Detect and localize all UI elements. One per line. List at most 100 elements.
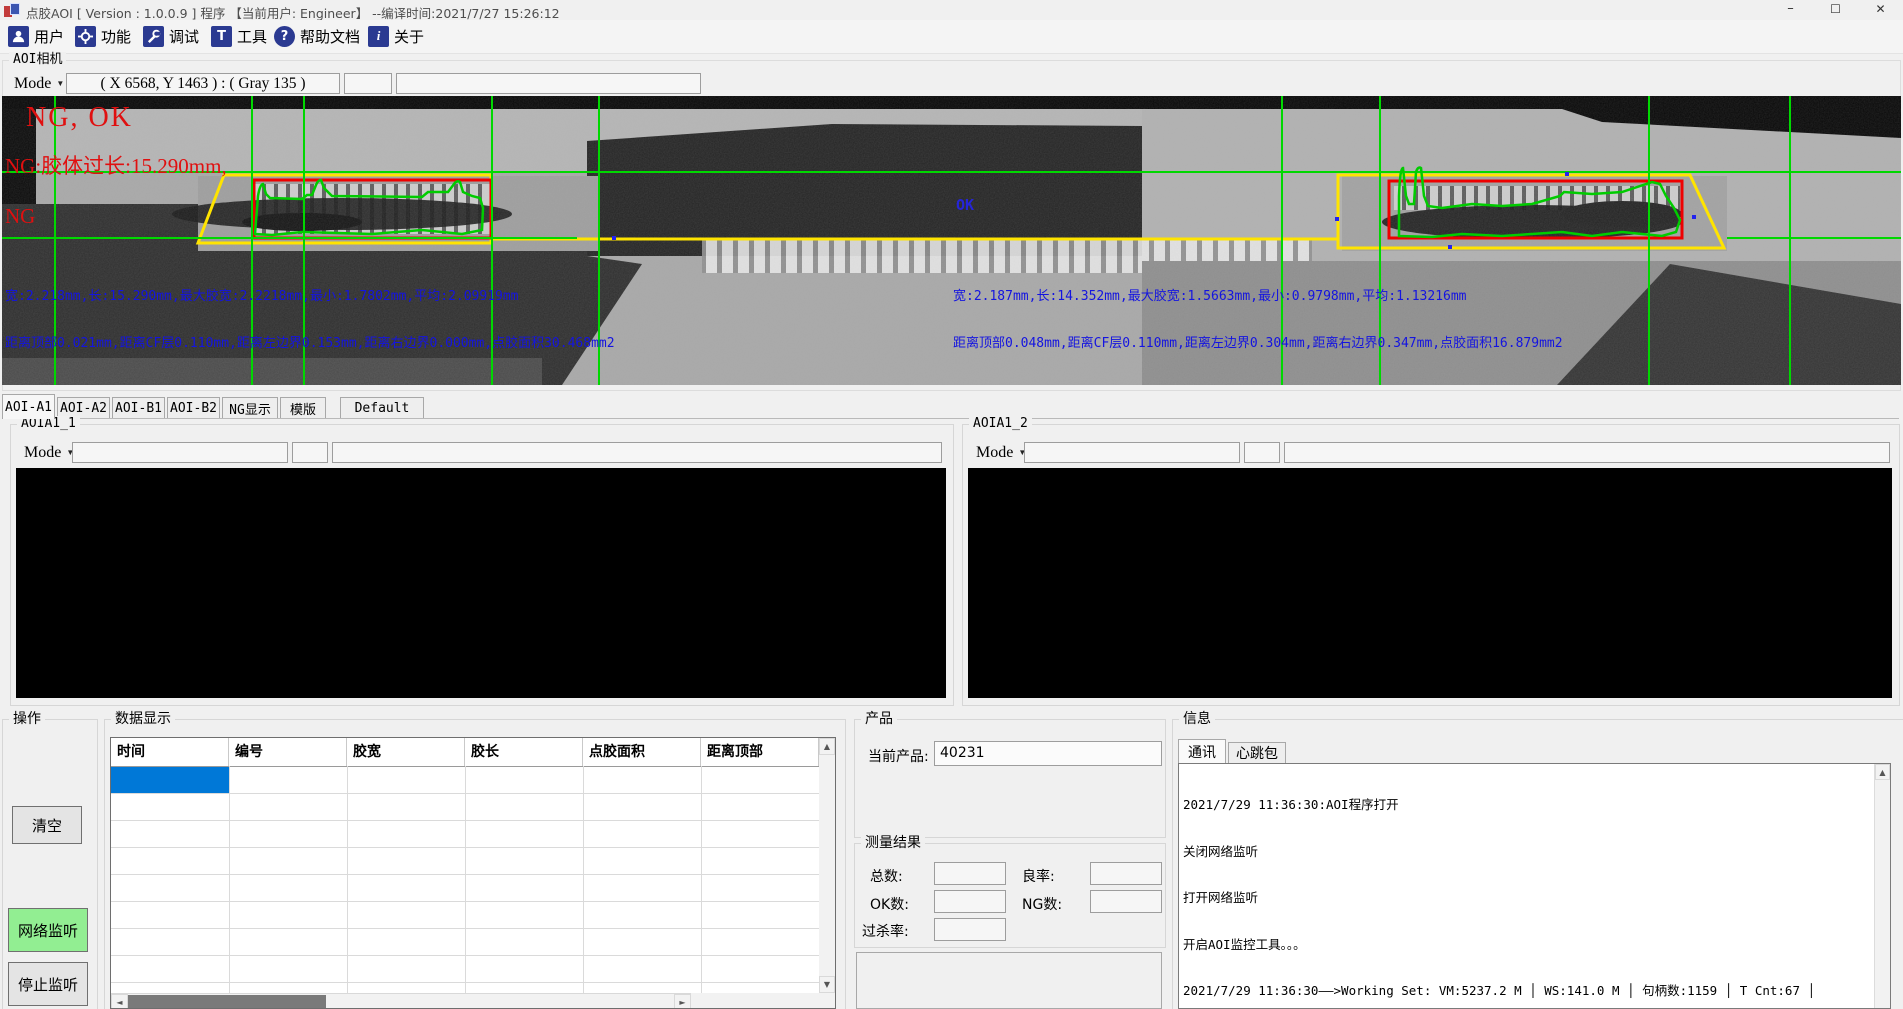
toolbar: 用户 功能 调试 T 工具 [0, 20, 1903, 54]
ok-count-field[interactable] [934, 890, 1006, 913]
grid-line [701, 766, 702, 993]
toolbar-item-function[interactable]: 功能 [75, 25, 131, 47]
total-field[interactable] [934, 862, 1006, 885]
overlay-ok-mark: OK [956, 196, 974, 214]
grid-line [111, 793, 819, 794]
column-header[interactable]: 胶长 [465, 738, 583, 766]
tool-icon: T [211, 26, 232, 47]
measure-left-line1: 宽:2.218mm,长:15.290mm,最大胶宽:2.2218mm,最小:1.… [5, 285, 519, 304]
yield-label: 良率: [1022, 866, 1055, 886]
comm-log-area[interactable]: 2021/7/29 11:36:30:AOI程序打开 关闭网络监听 打开网络监听… [1178, 763, 1891, 1009]
panel2-image-area[interactable] [968, 468, 1892, 698]
grid-line [111, 847, 819, 848]
toolbar-item-label: 调试 [169, 26, 199, 47]
product-group: 产品 [854, 719, 1166, 838]
camera-coords-field[interactable]: ( X 6568, Y 1463 ) : ( Gray 135 ) [66, 73, 340, 94]
measure-left-line2: 距离顶部0.021mm,距离CF层0.110mm,距离左边界0.153mm,距离… [5, 332, 615, 351]
scroll-up-icon[interactable]: ▲ [819, 738, 835, 755]
tab-heartbeat[interactable]: 心跳包 [1228, 742, 1286, 763]
toolbar-item-help[interactable]: ? 帮助文档 [274, 25, 360, 47]
current-product-field[interactable]: 40231 [934, 741, 1162, 766]
product-extra-box [856, 952, 1162, 1009]
grid-line [111, 901, 819, 902]
minimize-button[interactable]: – [1768, 0, 1813, 20]
help-icon: ? [274, 26, 295, 47]
overkill-field[interactable] [934, 918, 1006, 941]
log-line: 开启AOI监控工具。。。 [1183, 937, 1859, 953]
tab-default[interactable]: Default [340, 397, 424, 419]
panel2-field-2[interactable] [1244, 442, 1280, 463]
selected-cell[interactable] [111, 767, 229, 793]
tab-comm[interactable]: 通讯 [1178, 739, 1226, 763]
log-line: 打开网络监听 [1183, 890, 1859, 906]
measure-result-label: 测量结果 [861, 835, 925, 851]
toolbar-item-tools[interactable]: T 工具 [211, 25, 267, 47]
log-vscrollbar[interactable]: ▲ [1874, 764, 1890, 1008]
ng-count-field[interactable] [1090, 890, 1162, 913]
panel-aoia1-2-label: AOIA1_2 [969, 416, 1032, 432]
table-hscrollbar[interactable]: ◄ ► [111, 993, 691, 1009]
camera-group-label: AOI相机 [9, 52, 66, 68]
toolbar-item-label: 工具 [237, 26, 267, 47]
tab-ng-display[interactable]: NG显示 [222, 397, 278, 419]
panel1-image-area[interactable] [16, 468, 946, 698]
column-header[interactable]: 胶宽 [347, 738, 465, 766]
toolbar-item-user[interactable]: 用户 [8, 25, 64, 47]
tab-aoi-b1[interactable]: AOI-B1 [112, 397, 165, 419]
overlay-ng-reason-text: NG:胶体过长:15.290mm, [5, 150, 227, 180]
tab-template[interactable]: 模版 [280, 397, 326, 419]
current-product-label: 当前产品: [868, 746, 929, 766]
data-table[interactable]: 时间 编号 胶宽 胶长 点胶面积 距离顶部 ▲ ▼ ◄ ► [110, 737, 836, 1009]
gear-icon [75, 26, 96, 47]
panel2-field-1[interactable] [1024, 442, 1240, 463]
overlay-status-text: NG, OK [26, 102, 133, 134]
scroll-up-icon[interactable]: ▲ [1875, 764, 1890, 780]
panel1-field-2[interactable] [292, 442, 328, 463]
total-label: 总数: [870, 866, 903, 886]
tab-aoi-a1[interactable]: AOI-A1 [2, 394, 55, 419]
camera-field-wide[interactable] [396, 73, 701, 94]
maximize-button[interactable]: ☐ [1813, 0, 1858, 20]
grid-line [111, 820, 819, 821]
hscroll-thumb[interactable] [128, 995, 326, 1009]
panel1-mode-dropdown[interactable]: Mode ▼ [24, 442, 74, 463]
column-header[interactable]: 编号 [229, 738, 347, 766]
title-bar: 点胶AOI [ Version : 1.0.0.9 ] 程序 【当前用户: En… [0, 0, 1903, 20]
panel2-mode-dropdown[interactable]: Mode ▼ [976, 442, 1026, 463]
scroll-right-icon[interactable]: ► [674, 994, 691, 1009]
grid-line [229, 766, 230, 993]
camera-mode-dropdown[interactable]: Mode ▼ [14, 73, 64, 94]
column-header[interactable]: 时间 [111, 738, 229, 766]
table-header-row: 时间 编号 胶宽 胶长 点胶面积 距离顶部 [111, 738, 819, 767]
toolbar-item-about[interactable]: i 关于 [368, 25, 424, 47]
info-group-label: 信息 [1179, 711, 1215, 727]
tab-aoi-b2[interactable]: AOI-B2 [167, 397, 220, 419]
log-text: 2021/7/29 11:36:30:AOI程序打开 关闭网络监听 打开网络监听… [1183, 766, 1859, 1009]
scroll-corner [691, 993, 819, 1009]
panel1-field-3[interactable] [332, 442, 942, 463]
ok-count-label: OK数: [870, 894, 909, 914]
grid-line [111, 874, 819, 875]
close-button[interactable]: ✕ [1858, 0, 1903, 20]
clear-button[interactable]: 清空 [12, 806, 82, 844]
overkill-label: 过杀率: [862, 921, 909, 941]
product-group-label: 产品 [861, 711, 897, 727]
toolbar-item-debug[interactable]: 调试 [143, 25, 199, 47]
stop-listen-button[interactable]: 停止监听 [8, 962, 88, 1006]
network-listen-button[interactable]: 网络监听 [8, 908, 88, 952]
scroll-down-icon[interactable]: ▼ [819, 976, 835, 993]
panel1-field-1[interactable] [72, 442, 288, 463]
column-header[interactable]: 点胶面积 [583, 738, 701, 766]
scroll-left-icon[interactable]: ◄ [111, 994, 128, 1009]
camera-field-small[interactable] [344, 73, 392, 94]
measure-right-line2: 距离顶部0.048mm,距离CF层0.110mm,距离左边界0.304mm,距离… [953, 332, 1563, 351]
ng-count-label: NG数: [1022, 894, 1062, 914]
grid-line [111, 955, 819, 956]
measure-right-line1: 宽:2.187mm,长:14.352mm,最大胶宽:1.5663mm,最小:0.… [953, 285, 1467, 304]
current-product-value: 40231 [940, 745, 985, 761]
table-vscrollbar[interactable]: ▲ ▼ [819, 738, 835, 1009]
yield-field[interactable] [1090, 862, 1162, 885]
panel2-field-3[interactable] [1284, 442, 1890, 463]
column-header[interactable]: 距离顶部 [701, 738, 819, 766]
camera-viewport[interactable]: NG, OK NG:胶体过长:15.290mm, NG OK 宽:2.218mm… [2, 96, 1901, 385]
